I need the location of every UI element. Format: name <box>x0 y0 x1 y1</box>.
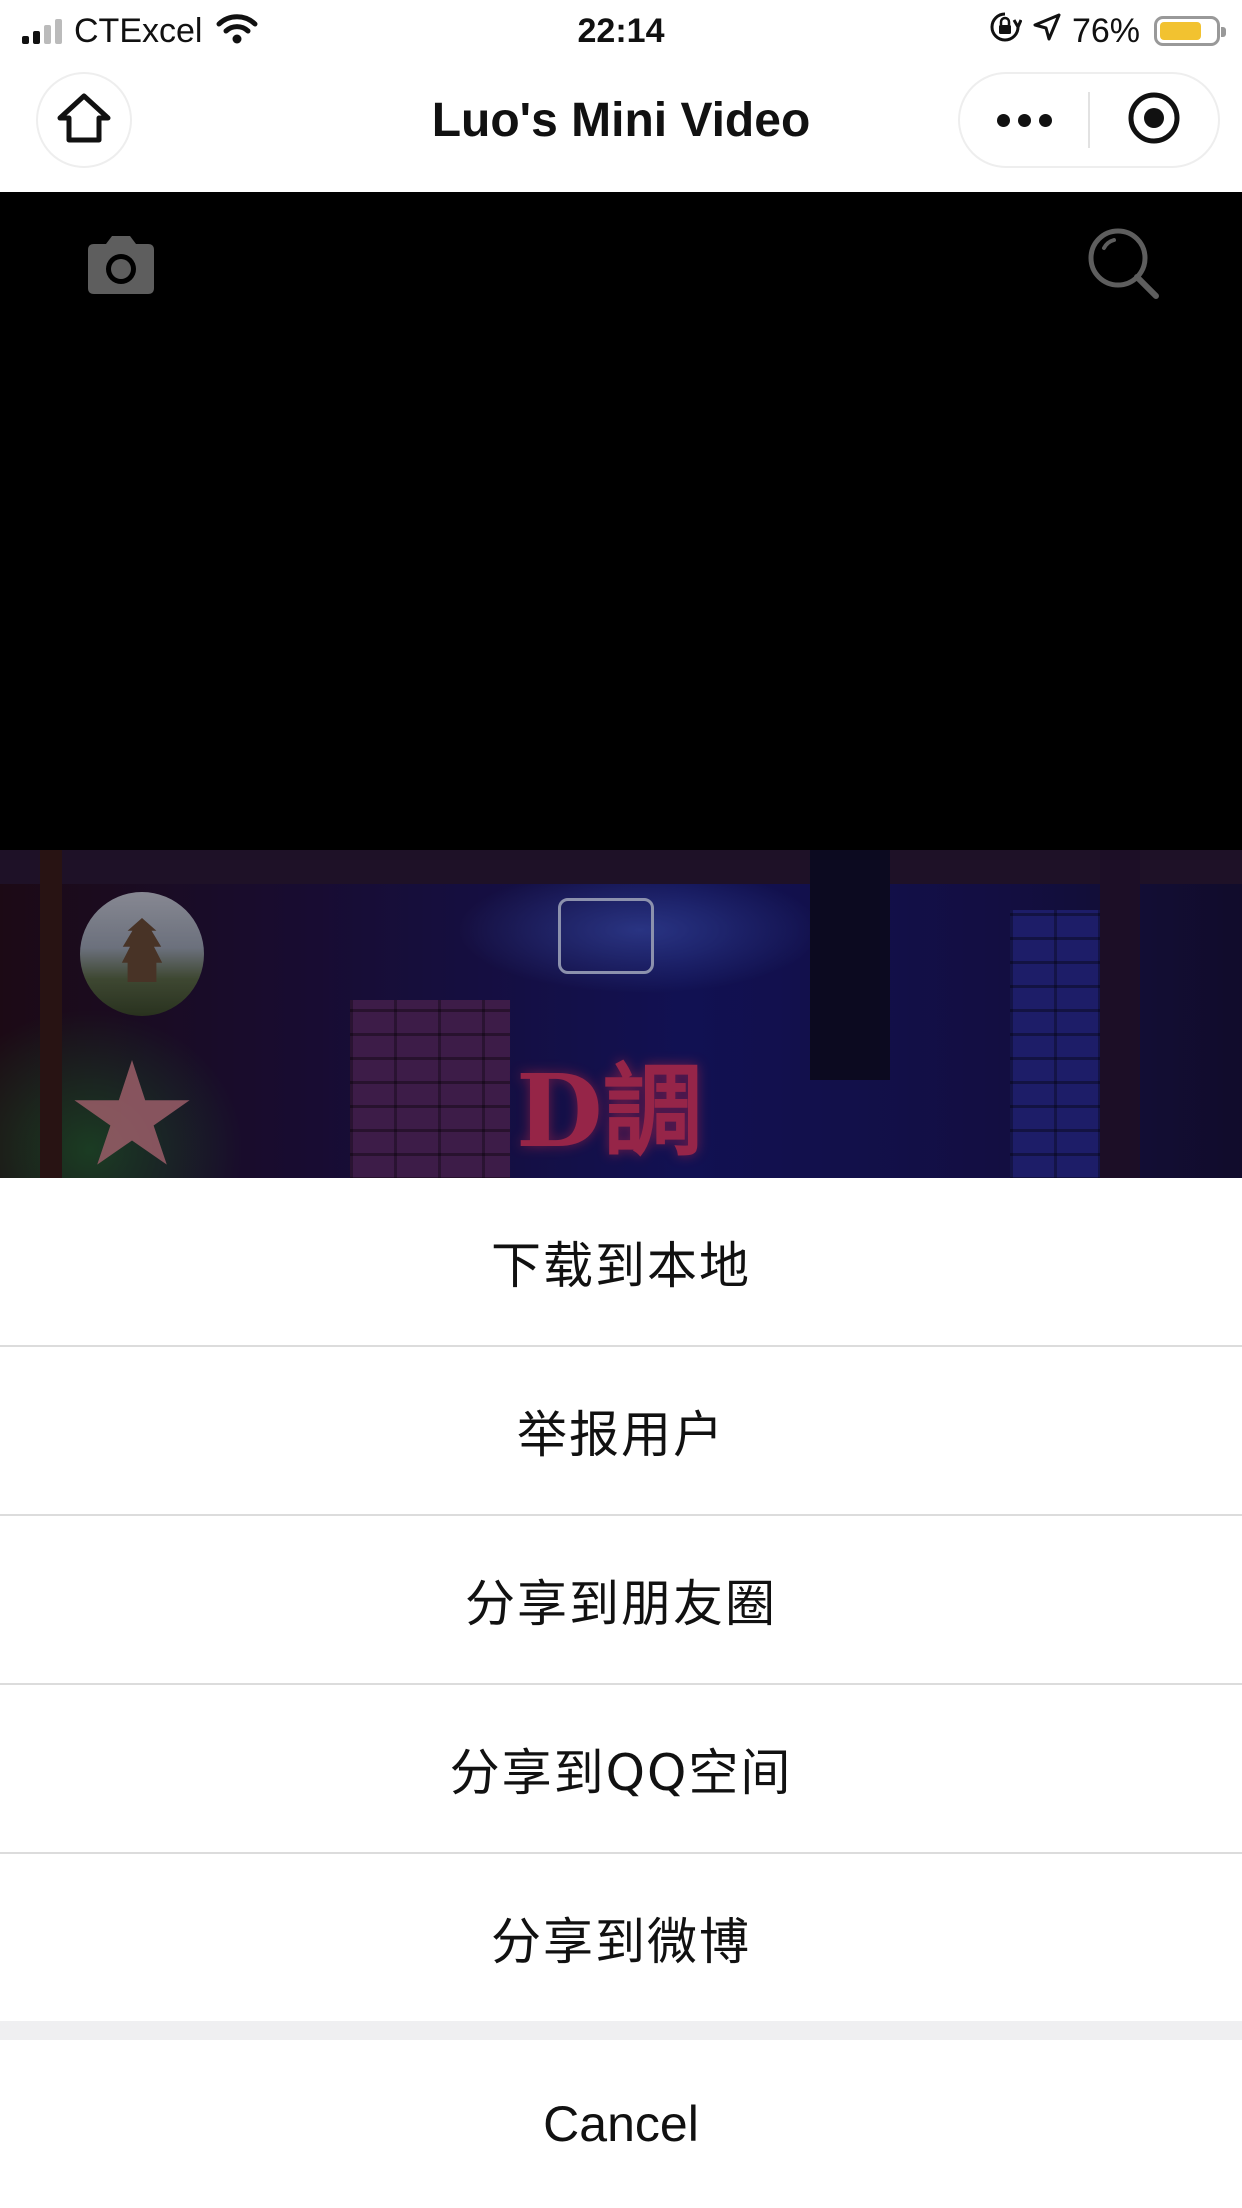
download-option[interactable]: 下载到本地 <box>0 1178 1242 1345</box>
capsule-menu <box>958 72 1220 168</box>
camera-icon <box>84 236 158 300</box>
more-dots-icon <box>993 113 1056 127</box>
more-button[interactable] <box>960 74 1088 166</box>
close-button[interactable] <box>1090 74 1218 166</box>
video-player[interactable]: D調 <box>0 192 1242 1180</box>
location-arrow-icon <box>1032 12 1062 51</box>
search-button[interactable] <box>1086 226 1162 306</box>
action-sheet: 下载到本地 举报用户 分享到朋友圈 分享到QQ空间 分享到微博 Cancel <box>0 1178 1242 2208</box>
status-bar: CTExcel 22:14 76% <box>0 0 1242 62</box>
battery-icon <box>1154 16 1226 46</box>
report-user-option[interactable]: 举报用户 <box>0 1347 1242 1514</box>
battery-percent: 76% <box>1071 11 1140 50</box>
orientation-lock-icon <box>988 10 1023 53</box>
cancel-button[interactable]: Cancel <box>0 2040 1242 2208</box>
battery-fill <box>1160 22 1201 40</box>
nav-bar: Luo's Mini Video <box>0 62 1242 192</box>
share-qzone-option[interactable]: 分享到QQ空间 <box>0 1685 1242 1852</box>
battery-cap <box>1221 27 1226 37</box>
search-icon <box>1086 228 1162 306</box>
close-target-icon <box>1126 90 1182 150</box>
status-bar-right: 76% <box>988 8 1226 54</box>
share-weibo-option[interactable]: 分享到微博 <box>0 1854 1242 2021</box>
dim-overlay <box>0 850 1242 1180</box>
camera-button[interactable] <box>84 232 158 300</box>
share-moments-option[interactable]: 分享到朋友圈 <box>0 1516 1242 1683</box>
video-frame: D調 <box>0 850 1242 1180</box>
